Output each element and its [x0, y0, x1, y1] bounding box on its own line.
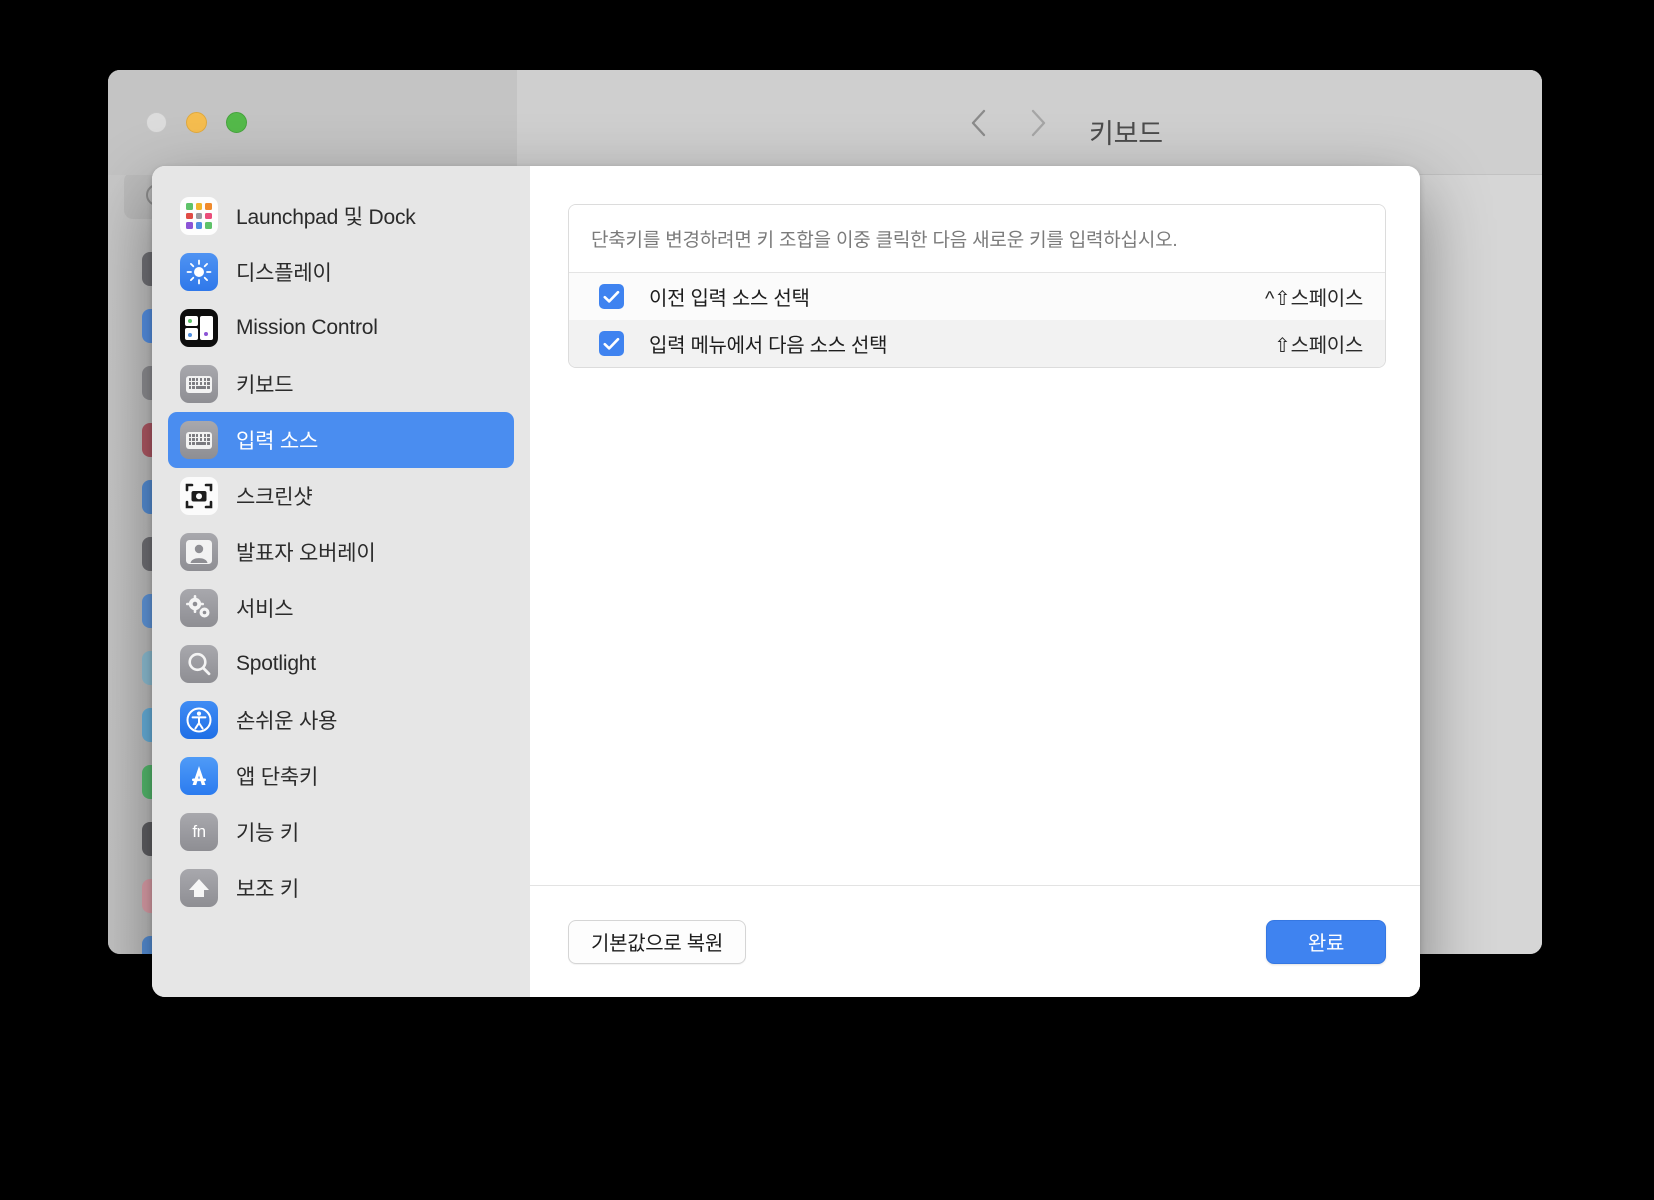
keyboard-icon	[180, 365, 218, 403]
mission-control-icon	[180, 309, 218, 347]
display-icon	[180, 253, 218, 291]
screenshot-icon	[180, 477, 218, 515]
sidebar-item-modifier-keys[interactable]: 보조 키	[168, 860, 514, 916]
shortcut-label: 입력 메뉴에서 다음 소스 선택	[649, 335, 888, 357]
checkbox-checked-icon[interactable]	[599, 331, 624, 356]
sidebar-item-label: 보조 키	[236, 878, 299, 901]
navigation-controls	[964, 106, 1052, 140]
restore-defaults-button[interactable]: 기본값으로 복원	[568, 919, 746, 964]
toolbar-right: 키보드	[517, 70, 1542, 175]
sidebar-item-presenter-overlay[interactable]: 발표자 오버레이	[168, 524, 514, 580]
sheet-category-list: Launchpad 및 Dock 디스플레이 Mission Control 키…	[152, 166, 530, 997]
sidebar-item-label: 입력 소스	[236, 430, 319, 453]
sidebar-item-label: Spotlight	[236, 652, 316, 675]
done-button[interactable]: 완료	[1266, 919, 1386, 964]
function-keys-icon: fn	[180, 813, 218, 851]
accessibility-icon	[180, 701, 218, 739]
shortcuts-sheet: Launchpad 및 Dock 디스플레이 Mission Control 키…	[152, 166, 1420, 997]
sidebar-item-spotlight[interactable]: Spotlight	[168, 636, 514, 692]
checkbox-checked-icon[interactable]	[599, 284, 624, 309]
sidebar-item-label: 발표자 오버레이	[236, 542, 376, 565]
sidebar-item-label: 스크린샷	[236, 486, 313, 509]
modifier-keys-icon	[180, 869, 218, 907]
presenter-overlay-icon	[180, 533, 218, 571]
sidebar-item-launchpad-dock[interactable]: Launchpad 및 Dock	[168, 188, 514, 244]
sidebar-item-label: Mission Control	[236, 316, 378, 339]
sidebar-item-label: 기능 키	[236, 822, 299, 845]
shortcuts-panel: 단축키를 변경하려면 키 조합을 이중 클릭한 다음 새로운 키를 입력하십시오…	[530, 166, 1420, 885]
screen: 키보드 Launchpad 및 Dock 디스플레이 Mission Contr…	[0, 0, 1654, 1200]
shortcuts-hint: 단축키를 변경하려면 키 조합을 이중 클릭한 다음 새로운 키를 입력하십시오…	[569, 205, 1385, 273]
sidebar-item-accessibility[interactable]: 손쉬운 사용	[168, 692, 514, 748]
sidebar-item-label: Launchpad 및 Dock	[236, 206, 416, 229]
sidebar-item-mission-control[interactable]: Mission Control	[168, 300, 514, 356]
forward-button[interactable]	[1024, 106, 1052, 140]
back-button[interactable]	[964, 106, 992, 140]
sidebar-item-label: 디스플레이	[236, 262, 332, 285]
toolbar-left	[108, 70, 517, 175]
sidebar-item-label: 앱 단축키	[236, 766, 319, 789]
shortcuts-card: 단축키를 변경하려면 키 조합을 이중 클릭한 다음 새로운 키를 입력하십시오…	[568, 204, 1386, 368]
sheet-footer: 기본값으로 복원 완료	[530, 885, 1420, 997]
sidebar-item-function-keys[interactable]: fn 기능 키	[168, 804, 514, 860]
maximize-button[interactable]	[226, 112, 247, 133]
sidebar-item-input-sources[interactable]: 입력 소스	[168, 412, 514, 468]
table-row[interactable]: 이전 입력 소스 선택 ^⇧스페이스	[569, 273, 1385, 320]
sidebar-item-screenshot[interactable]: 스크린샷	[168, 468, 514, 524]
sidebar-item-display[interactable]: 디스플레이	[168, 244, 514, 300]
sidebar-item-services[interactable]: 서비스	[168, 580, 514, 636]
page-title: 키보드	[1089, 119, 1163, 149]
shortcut-keys[interactable]: ^⇧스페이스	[1265, 282, 1363, 311]
input-sources-icon	[180, 421, 218, 459]
sidebar-item-label: 키보드	[236, 374, 294, 397]
minimize-button[interactable]	[186, 112, 207, 133]
traffic-lights	[146, 112, 247, 133]
launchpad-icon	[180, 197, 218, 235]
services-icon	[180, 589, 218, 627]
table-row[interactable]: 입력 메뉴에서 다음 소스 선택 ⇧스페이스	[569, 320, 1385, 367]
spotlight-icon	[180, 645, 218, 683]
sheet-main-panel: 단축키를 변경하려면 키 조합을 이중 클릭한 다음 새로운 키를 입력하십시오…	[530, 166, 1420, 997]
shortcut-keys[interactable]: ⇧스페이스	[1274, 329, 1363, 358]
shortcut-label: 이전 입력 소스 선택	[649, 288, 810, 310]
sidebar-item-label: 손쉬운 사용	[236, 710, 338, 733]
close-button[interactable]	[146, 112, 167, 133]
sidebar-item-keyboard[interactable]: 키보드	[168, 356, 514, 412]
sidebar-item-label: 서비스	[236, 598, 294, 621]
sidebar-item-app-shortcuts[interactable]: 앱 단축키	[168, 748, 514, 804]
app-shortcuts-icon	[180, 757, 218, 795]
